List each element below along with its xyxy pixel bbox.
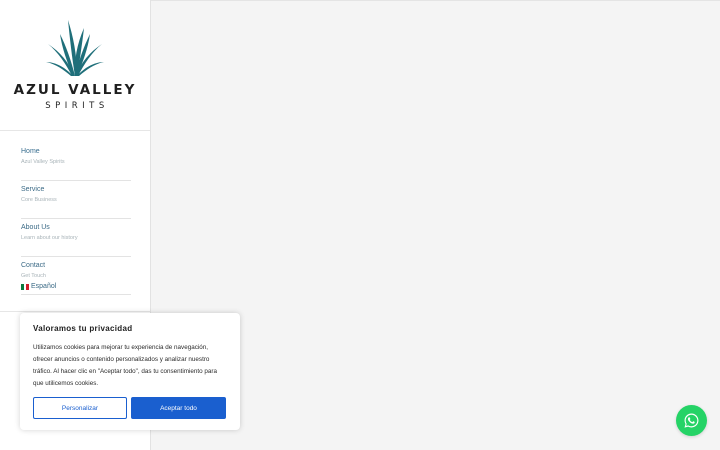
cookie-title: Valoramos tu privacidad (33, 324, 133, 333)
nav-item-service[interactable]: Service Core Business (21, 185, 131, 219)
language-switcher[interactable]: Español (21, 283, 56, 290)
nav-item-about-us[interactable]: About Us Learn about our history (21, 223, 131, 257)
agave-logo-icon (46, 20, 104, 76)
nav-item-home[interactable]: Home Azul Valley Spirits (21, 147, 131, 181)
mexico-flag-icon (21, 283, 30, 290)
customize-button[interactable]: Personalizar (33, 397, 127, 419)
nav-item-label: Contact (21, 262, 46, 269)
main-nav: Home Azul Valley Spirits Service Core Bu… (21, 147, 131, 299)
cookie-consent-banner: Valoramos tu privacidad Utilizamos cooki… (20, 313, 240, 430)
logo[interactable]: AZUL VALLEY SPIRITS (0, 18, 150, 111)
brand-subtitle: SPIRITS (45, 101, 109, 111)
sidebar-divider (0, 130, 150, 131)
nav-item-description: Get Touch (21, 273, 46, 279)
whatsapp-button[interactable] (676, 405, 707, 436)
cookie-text: Utilizamos cookies para mejorar tu exper… (33, 344, 218, 387)
brand-name: AZUL VALLEY (13, 82, 137, 98)
nav-item-description: Learn about our history (21, 235, 78, 241)
nav-item-description: Azul Valley Spirits (21, 159, 65, 165)
whatsapp-icon (684, 413, 699, 428)
nav-item-label: Home (21, 148, 40, 155)
cookie-buttons: Personalizar Aceptar todo (33, 397, 226, 419)
accept-all-button[interactable]: Aceptar todo (131, 397, 226, 419)
nav-item-label: Service (21, 186, 45, 193)
nav-item-description: Core Business (21, 197, 57, 203)
nav-item-label: About Us (21, 224, 50, 231)
sidebar-divider (0, 311, 150, 312)
language-label: Español (31, 283, 57, 290)
